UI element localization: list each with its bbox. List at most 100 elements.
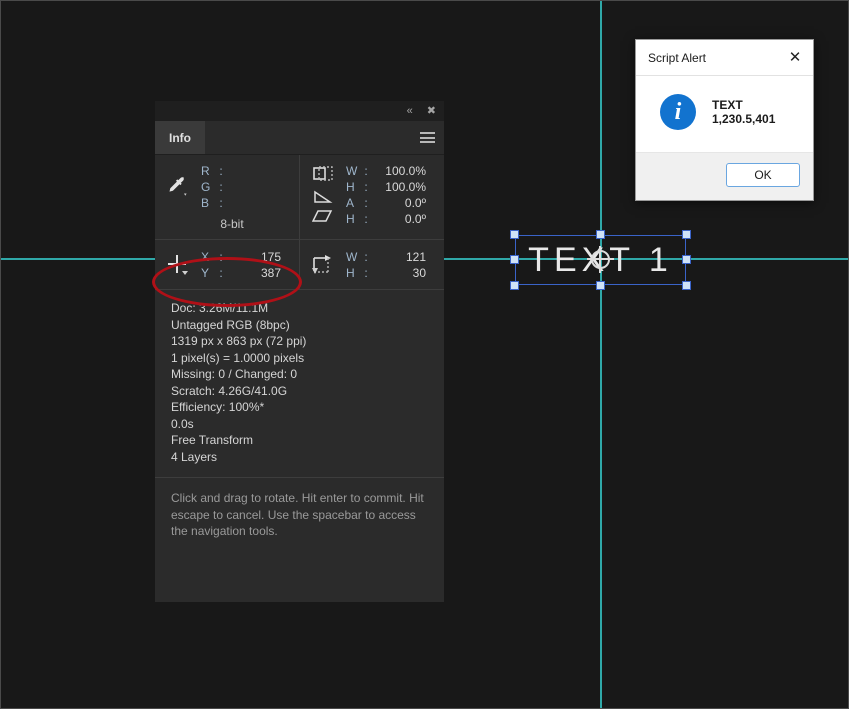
doc-info-line: Missing: 0 / Changed: 0	[171, 367, 298, 381]
label-b: B	[201, 196, 210, 210]
readout-row-angle: A : 0.0º	[346, 195, 426, 211]
colon-angle: :	[364, 196, 368, 210]
transform-scale-icon	[313, 166, 333, 181]
info-icon: i	[660, 94, 696, 130]
value-y: 387	[260, 266, 281, 280]
label-skew: H	[346, 212, 355, 226]
value-w-px: 121	[405, 250, 426, 264]
dialog-titlebar: Script Alert ✕	[636, 40, 813, 76]
color-readout-section: R : G : B : 8-bit	[155, 155, 299, 239]
doc-info-line: Scratch: 4.26G/41.0G	[171, 383, 288, 398]
label-h-pct: H	[346, 180, 355, 194]
document-info-block: Doc: 3.26M/11.1M Untagged RGB (8bpc) 131…	[155, 290, 444, 477]
value-x: 175	[260, 250, 281, 264]
colon-x: :	[219, 250, 223, 264]
eyedropper-icon[interactable]	[155, 163, 201, 211]
bit-depth-label: 8-bit	[220, 217, 244, 231]
colon-y: :	[219, 266, 223, 280]
rotation-pivot-icon[interactable]	[586, 246, 614, 273]
script-alert-dialog[interactable]: Script Alert ✕ i TEXT 1,230.5,401 OK	[635, 39, 814, 201]
panel-menu-icon[interactable]	[420, 132, 435, 143]
readout-row-x: X : 175	[201, 249, 299, 265]
eyedropper-icon-svg	[169, 176, 187, 196]
label-r: R	[201, 164, 210, 178]
value-h-px: 30	[412, 266, 426, 280]
label-h-px: H	[346, 266, 355, 280]
angle-icon	[314, 190, 333, 203]
readout-row-r: R :	[201, 163, 299, 179]
tool-hint-text: Click and drag to rotate. Hit enter to c…	[155, 477, 444, 602]
label-y: Y	[201, 266, 210, 280]
doc-info-line: 1319 px x 863 px (72 ppi)	[171, 334, 307, 348]
readout-row-skew: H : 0.0º	[346, 211, 426, 227]
readout-row-width-px: W : 121	[346, 249, 426, 265]
label-w-px: W	[346, 250, 358, 264]
dialog-title: Script Alert	[648, 50, 707, 65]
doc-info-line: Untagged RGB (8bpc)	[171, 317, 290, 332]
label-x: X	[201, 250, 210, 264]
transform-icon-stack	[300, 163, 346, 227]
colon-h-pct: :	[364, 180, 368, 194]
value-h-pct: 100.0%	[385, 180, 426, 194]
label-g: G	[201, 180, 211, 194]
dialog-body: i TEXT 1,230.5,401	[636, 76, 813, 152]
doc-info-line: Efficiency: 100%*	[171, 400, 265, 414]
doc-info-line: 4 Layers	[171, 449, 218, 464]
menu-line-3	[420, 141, 435, 143]
label-angle: A	[346, 196, 355, 210]
handle-top-center[interactable]	[595, 230, 605, 239]
colon-g: :	[219, 180, 223, 194]
value-skew: 0.0º	[404, 212, 426, 226]
text-layer-transform-box[interactable]: TEXT 1	[510, 230, 691, 290]
menu-line-1	[420, 132, 435, 134]
menu-line-2	[420, 136, 435, 139]
dialog-message: TEXT 1,230.5,401	[712, 98, 776, 126]
handle-bottom-center[interactable]	[595, 281, 605, 290]
selection-size-icon	[300, 249, 346, 281]
readout-block-top: R : G : B : 8-bit W: 100.0% H: 100.0% …	[155, 155, 444, 239]
info-panel: « ✖ Info R: G: B: 8-bit W: 100.0% H …	[155, 101, 444, 602]
handle-bottom-left[interactable]	[510, 281, 519, 290]
readout-row-height-px: H : 30	[346, 265, 426, 281]
doc-info-line: 0.0s	[171, 416, 194, 431]
value-angle: 0.0º	[404, 196, 426, 210]
readout-row-b: B :	[201, 195, 299, 211]
photoshop-canvas-screen: TEXT 1 « ✖ Info R: G: B: 8-bit W: 10…	[0, 0, 849, 709]
transform-readout-section: W : 100.0% H : 100.0% A : 0.0º H: 0.0º	[299, 155, 444, 239]
value-w-pct: 100.0%	[385, 164, 426, 178]
doc-info-line: Free Transform	[171, 433, 254, 447]
dialog-footer: OK	[636, 152, 813, 200]
selection-size-icon-svg	[312, 255, 331, 274]
readout-row-height-pct: H : 100.0%	[346, 179, 426, 195]
colon-r: :	[219, 164, 223, 178]
colon-w-px: :	[364, 250, 368, 264]
pivot-crosshair-vertical	[598, 246, 601, 273]
collapse-panel-icon[interactable]: «	[407, 105, 413, 117]
readout-row-y: Y : 387	[201, 265, 299, 281]
doc-info-line: 1 pixel(s) = 1.0000 pixels	[171, 350, 305, 365]
colon-w-pct: :	[364, 164, 368, 178]
handle-bottom-right[interactable]	[682, 281, 691, 290]
skew-icon	[312, 210, 333, 222]
handle-top-right[interactable]	[682, 230, 691, 239]
panel-tab-row: Info	[155, 121, 444, 155]
position-readout-section: X : 175 Y : 387	[155, 240, 299, 289]
panel-topbar: « ✖	[155, 101, 444, 121]
tab-info[interactable]: Info	[155, 121, 205, 154]
colon-skew: :	[364, 212, 368, 226]
colon-h-px: :	[364, 266, 368, 280]
readout-block-bottom: X : 175 Y : 387 W: 121 H: 30	[155, 240, 444, 289]
size-readout-section: W : 121 H : 30	[299, 240, 444, 289]
crosshair-icon[interactable]	[155, 249, 201, 281]
close-panel-icon[interactable]: ✖	[427, 105, 436, 117]
close-icon[interactable]: ✕	[785, 48, 805, 68]
handle-middle-left[interactable]	[510, 255, 519, 264]
label-w-pct: W	[346, 164, 358, 178]
readout-row-g: G :	[201, 179, 299, 195]
ok-button[interactable]: OK	[726, 163, 800, 187]
doc-info-line: Doc: 3.26M/11.1M	[171, 301, 269, 315]
handle-middle-right[interactable]	[682, 255, 691, 264]
readout-row-width-pct: W : 100.0%	[346, 163, 426, 179]
vertical-guide	[600, 1, 602, 708]
handle-top-left[interactable]	[510, 230, 519, 239]
